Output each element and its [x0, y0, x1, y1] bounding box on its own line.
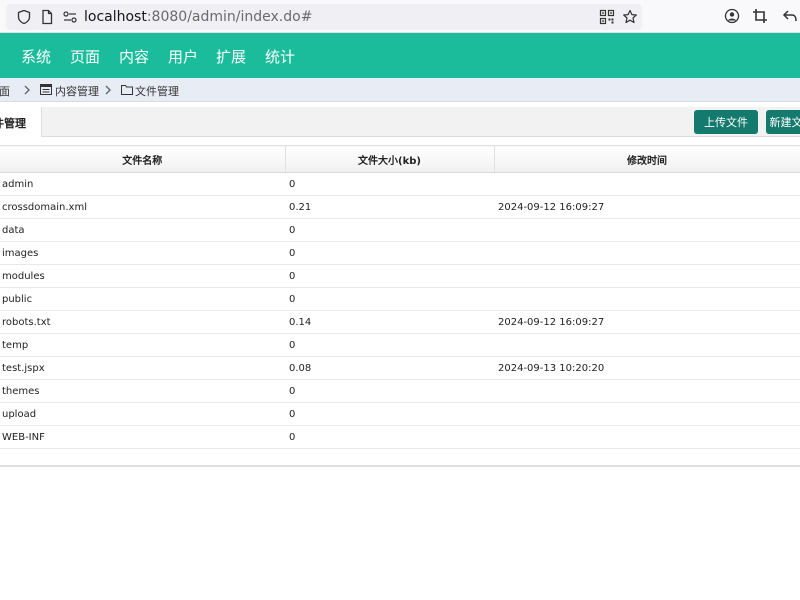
file-modified: 2024-09-12 16:09:27	[494, 195, 800, 219]
file-size: 0.08	[285, 356, 494, 380]
file-name[interactable]: test.jspx	[0, 356, 285, 380]
file-size: 0	[285, 379, 494, 403]
table-row[interactable]: admin 0	[0, 172, 800, 196]
nav-item-content[interactable]: 内容	[119, 46, 149, 67]
file-modified	[494, 425, 800, 449]
upload-file-button[interactable]: 上传文件	[694, 110, 758, 134]
file-name[interactable]: robots.txt	[0, 310, 285, 334]
breadcrumb: 页面 内容管理 文件管理	[0, 78, 800, 102]
file-size: 0	[285, 218, 494, 242]
file-size: 0.14	[285, 310, 494, 334]
list-icon	[40, 84, 52, 95]
file-name[interactable]: crossdomain.xml	[0, 195, 285, 219]
file-modified	[494, 172, 800, 196]
tab-bar: 件管理 上传文件 新建文	[0, 107, 800, 137]
nav-item-users[interactable]: 用户	[168, 46, 198, 67]
address-bar[interactable]: localhost:8080/admin/index.do#	[6, 4, 642, 30]
file-table-container: 文件名称 文件大小(kb) 修改时间 admin 0 crossdomain.x…	[0, 145, 800, 467]
file-name[interactable]: WEB-INF	[0, 425, 285, 449]
file-name[interactable]: public	[0, 287, 285, 311]
table-row[interactable]: images 0	[0, 241, 800, 265]
url-host: localhost	[84, 9, 147, 25]
crop-icon[interactable]	[752, 8, 768, 24]
table-row[interactable]: temp 0	[0, 333, 800, 357]
file-size: 0	[285, 241, 494, 265]
file-modified	[494, 333, 800, 357]
tab-file-management[interactable]: 件管理	[0, 107, 42, 137]
nav-item-statistics[interactable]: 统计	[265, 46, 295, 67]
file-size: 0	[285, 333, 494, 357]
back-arrow-icon[interactable]	[782, 8, 798, 24]
shield-icon[interactable]	[16, 9, 32, 25]
table-row[interactable]: public 0	[0, 287, 800, 311]
file-modified	[494, 241, 800, 265]
bookmark-star-icon[interactable]	[622, 9, 638, 25]
table-row[interactable]: WEB-INF 0	[0, 425, 800, 449]
page-icon	[42, 9, 53, 25]
table-row[interactable]: modules 0	[0, 264, 800, 288]
file-name[interactable]: modules	[0, 264, 285, 288]
column-header-filesize[interactable]: 文件大小(kb)	[285, 145, 495, 173]
top-navigation: 系统 页面 内容 用户 扩展 统计	[0, 33, 800, 78]
file-modified	[494, 264, 800, 288]
file-size: 0.21	[285, 195, 494, 219]
file-modified: 2024-09-12 16:09:27	[494, 310, 800, 334]
file-modified	[494, 287, 800, 311]
file-size: 0	[285, 287, 494, 311]
folder-icon	[121, 85, 133, 95]
browser-toolbar: localhost:8080/admin/index.do#	[0, 0, 800, 33]
account-icon[interactable]	[724, 8, 740, 24]
chevron-right-icon	[105, 85, 111, 95]
breadcrumb-item-file-management: 文件管理	[135, 85, 179, 98]
qr-code-icon[interactable]	[599, 9, 615, 25]
url-path: :8080/admin/index.do#	[146, 9, 313, 25]
file-modified	[494, 218, 800, 242]
url-text[interactable]: localhost:8080/admin/index.do#	[84, 9, 312, 25]
table-row[interactable]: crossdomain.xml 0.21 2024-09-12 16:09:27	[0, 195, 800, 219]
tab-bar-background	[42, 107, 800, 136]
column-header-modified[interactable]: 修改时间	[494, 145, 800, 173]
table-row[interactable]: test.jspx 0.08 2024-09-13 10:20:20	[0, 356, 800, 380]
file-size: 0	[285, 172, 494, 196]
table-row[interactable]: upload 0	[0, 402, 800, 426]
table-row[interactable]: robots.txt 0.14 2024-09-12 16:09:27	[0, 310, 800, 334]
column-header-filename[interactable]: 文件名称	[0, 145, 286, 173]
file-modified	[494, 379, 800, 403]
breadcrumb-item-home[interactable]: 页面	[0, 83, 10, 99]
table-row[interactable]: data 0	[0, 218, 800, 242]
new-file-button[interactable]: 新建文	[766, 110, 800, 134]
file-name[interactable]: temp	[0, 333, 285, 357]
file-name[interactable]: admin	[0, 172, 285, 196]
file-size: 0	[285, 425, 494, 449]
chevron-right-icon	[24, 85, 30, 95]
site-permissions-icon[interactable]	[62, 9, 78, 25]
tab-label: 件管理	[0, 117, 26, 130]
file-name[interactable]: data	[0, 218, 285, 242]
nav-item-pages[interactable]: 页面	[70, 46, 100, 67]
file-modified: 2024-09-13 10:20:20	[494, 356, 800, 380]
file-name[interactable]: images	[0, 241, 285, 265]
nav-item-system[interactable]: 系统	[21, 46, 51, 67]
file-modified	[494, 402, 800, 426]
file-name[interactable]: themes	[0, 379, 285, 403]
file-size: 0	[285, 264, 494, 288]
nav-item-extensions[interactable]: 扩展	[216, 46, 246, 67]
file-table: 文件名称 文件大小(kb) 修改时间 admin 0 crossdomain.x…	[0, 145, 800, 449]
file-size: 0	[285, 402, 494, 426]
breadcrumb-item-content-management[interactable]: 内容管理	[55, 83, 99, 99]
file-name[interactable]: upload	[0, 402, 285, 426]
table-row[interactable]: themes 0	[0, 379, 800, 403]
table-header-row: 文件名称 文件大小(kb) 修改时间	[0, 145, 800, 173]
